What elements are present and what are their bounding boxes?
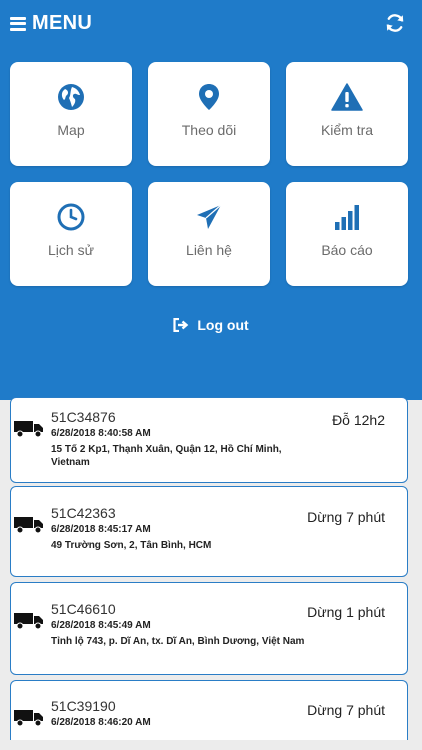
vehicle-plate: 51C34876 — [51, 409, 116, 425]
vehicle-plate: 51C46610 — [51, 601, 116, 617]
vehicle-card[interactable]: 51C42363 Dừng 7 phút 6/28/2018 8:45:17 A… — [10, 486, 408, 577]
vehicle-time: 6/28/2018 8:40:58 AM — [51, 428, 151, 439]
vehicle-status: Đỗ 12h2 — [332, 412, 385, 428]
vehicle-status: Dừng 1 phút — [307, 604, 385, 620]
vehicle-plate: 51C39190 — [51, 698, 116, 714]
vehicle-card[interactable]: 51C46610 Dừng 1 phút 6/28/2018 8:45:49 A… — [10, 582, 408, 675]
logout-button[interactable]: Log out — [0, 317, 422, 333]
truck-icon — [14, 421, 43, 438]
tile-label: Lịch sử — [48, 242, 94, 258]
tile-bao-cao[interactable]: Báo cáo — [286, 182, 408, 286]
tile-lich-su[interactable]: Lịch sử — [10, 182, 132, 286]
menu-label: MENU — [32, 12, 93, 34]
tile-label: Map — [57, 122, 85, 138]
tile-theo-doi[interactable]: Theo dõi — [148, 62, 270, 166]
warning-icon — [331, 83, 363, 111]
app-header: MENU — [0, 0, 422, 52]
vehicle-time: 6/28/2018 8:46:20 AM — [51, 717, 151, 728]
tile-label: Liên hệ — [186, 242, 232, 258]
vehicle-card[interactable]: 51C34876 Đỗ 12h2 6/28/2018 8:40:58 AM 15… — [10, 397, 408, 483]
clock-icon — [57, 203, 85, 231]
truck-icon — [14, 517, 43, 534]
tile-label: Theo dõi — [181, 122, 237, 138]
vehicle-card[interactable]: 51C39190 Dừng 7 phút 6/28/2018 8:46:20 A… — [10, 680, 408, 740]
hamburger-icon — [10, 16, 26, 31]
vehicle-plate: 51C42363 — [51, 505, 116, 521]
logout-label: Log out — [197, 317, 249, 333]
map-pin-icon — [199, 84, 219, 110]
globe-icon — [58, 84, 84, 110]
menu-button[interactable]: MENU — [10, 12, 92, 35]
logout-icon — [173, 318, 189, 332]
tile-lien-he[interactable]: Liên hệ — [148, 182, 270, 286]
truck-icon — [14, 613, 43, 630]
vehicle-status: Dừng 7 phút — [307, 509, 385, 525]
tile-map[interactable]: Map — [10, 62, 132, 166]
vehicle-status: Dừng 7 phút — [307, 702, 385, 718]
tile-label: Báo cáo — [321, 242, 373, 258]
tile-label: Kiểm tra — [320, 122, 374, 138]
tile-kiem-tra[interactable]: Kiểm tra — [286, 62, 408, 166]
paper-plane-icon — [197, 204, 222, 229]
signal-bars-icon — [335, 205, 359, 230]
vehicle-time: 6/28/2018 8:45:17 AM — [51, 524, 151, 535]
vehicle-address: 49 Trường Sơn, 2, Tân Bình, HCM — [51, 540, 212, 551]
refresh-icon[interactable] — [384, 12, 406, 34]
vehicle-address: Tỉnh lộ 743, p. Dĩ An, tx. Dĩ An, Bình D… — [51, 636, 305, 647]
truck-icon — [14, 710, 43, 727]
vehicle-address: 15 Tố 2 Kp1, Thạnh Xuân, Quận 12, Hồ Chí… — [51, 444, 282, 468]
vehicle-time: 6/28/2018 8:45:49 AM — [51, 620, 151, 631]
